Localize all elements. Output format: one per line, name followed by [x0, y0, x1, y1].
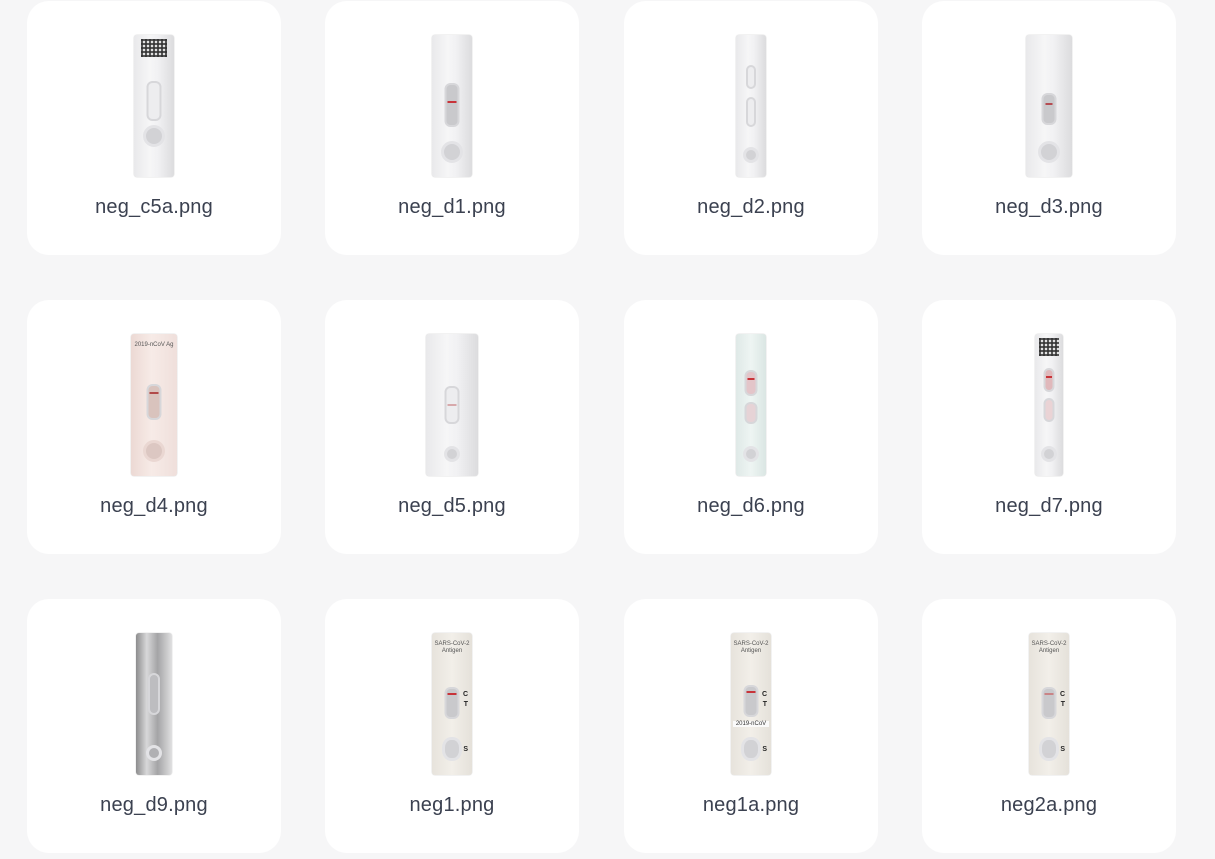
test-cassette-image	[136, 633, 172, 775]
test-cassette-image: SARS-CoV-2 Antigen C T 2019-nCoV S	[731, 633, 771, 775]
file-thumbnail	[922, 31, 1176, 181]
file-thumbnail: SARS-CoV-2 Antigen C T S	[922, 629, 1176, 779]
cassette-header-text: SARS-CoV-2 Antigen	[733, 641, 769, 654]
file-card[interactable]: neg_d5.png	[325, 300, 579, 554]
file-card[interactable]: neg_d9.png	[27, 599, 281, 853]
file-card[interactable]: neg_d3.png	[922, 1, 1176, 255]
test-cassette-image: 2019-nCoV Ag	[131, 334, 177, 476]
file-name: neg1.png	[409, 794, 495, 816]
test-line-mark: T	[1060, 701, 1065, 708]
cassette-band-text: 2019-nCoV	[733, 721, 769, 727]
file-card[interactable]: neg_d2.png	[624, 1, 878, 255]
file-name: neg_d9.png	[100, 794, 208, 816]
test-cassette-image	[1035, 334, 1063, 476]
control-line-mark: C	[462, 691, 468, 698]
test-cassette-image: SARS-CoV-2 Antigen C T S	[432, 633, 472, 775]
file-name: neg_d1.png	[398, 196, 506, 218]
test-cassette-image	[1026, 35, 1072, 177]
file-name: neg_d5.png	[398, 495, 506, 517]
file-thumbnail	[27, 31, 281, 181]
control-line-mark: C	[761, 691, 767, 698]
file-name: neg_c5a.png	[95, 196, 213, 218]
file-thumbnail	[325, 31, 579, 181]
file-thumbnail: SARS-CoV-2 Antigen C T S	[325, 629, 579, 779]
test-cassette-image	[432, 35, 472, 177]
file-card[interactable]: SARS-CoV-2 Antigen C T S neg2a.png	[922, 599, 1176, 853]
file-card[interactable]: neg_d1.png	[325, 1, 579, 255]
file-name: neg_d7.png	[995, 495, 1103, 517]
test-cassette-image	[426, 334, 478, 476]
file-thumbnail: 2019-nCoV Ag	[27, 330, 281, 480]
file-thumbnail	[325, 330, 579, 480]
file-name: neg_d3.png	[995, 196, 1103, 218]
file-card[interactable]: neg_d7.png	[922, 300, 1176, 554]
file-card[interactable]: neg_c5a.png	[27, 1, 281, 255]
control-line-mark: C	[1059, 691, 1065, 698]
test-line-mark: T	[463, 701, 468, 708]
test-cassette-image	[134, 35, 174, 177]
test-cassette-image	[736, 334, 766, 476]
file-thumbnail	[27, 629, 281, 779]
qr-code-icon	[141, 39, 167, 57]
test-cassette-image	[736, 35, 766, 177]
file-name: neg1a.png	[702, 794, 800, 816]
file-name: neg_d6.png	[697, 495, 805, 517]
file-thumbnail	[624, 330, 878, 480]
file-card[interactable]: SARS-CoV-2 Antigen C T S neg1.png	[325, 599, 579, 853]
file-name: neg2a.png	[1000, 794, 1098, 816]
file-card[interactable]: neg_d6.png	[624, 300, 878, 554]
file-card[interactable]: SARS-CoV-2 Antigen C T 2019-nCoV S neg1a…	[624, 599, 878, 853]
cassette-header-text: SARS-CoV-2 Antigen	[1031, 641, 1067, 654]
file-card[interactable]: 2019-nCoV Ag neg_d4.png	[27, 300, 281, 554]
sample-well-mark: S	[762, 746, 767, 753]
file-name: neg_d4.png	[100, 495, 208, 517]
file-name: neg_d2.png	[697, 196, 805, 218]
sample-well-mark: S	[463, 746, 468, 753]
test-cassette-image: SARS-CoV-2 Antigen C T S	[1029, 633, 1069, 775]
sample-well-mark: S	[1060, 746, 1065, 753]
file-thumbnail	[624, 31, 878, 181]
cassette-header-text: 2019-nCoV Ag	[134, 342, 174, 348]
file-thumbnail	[922, 330, 1176, 480]
file-thumbnail: SARS-CoV-2 Antigen C T 2019-nCoV S	[624, 629, 878, 779]
test-line-mark: T	[762, 701, 767, 708]
cassette-header-text: SARS-CoV-2 Antigen	[434, 641, 470, 654]
qr-code-icon	[1039, 338, 1059, 356]
